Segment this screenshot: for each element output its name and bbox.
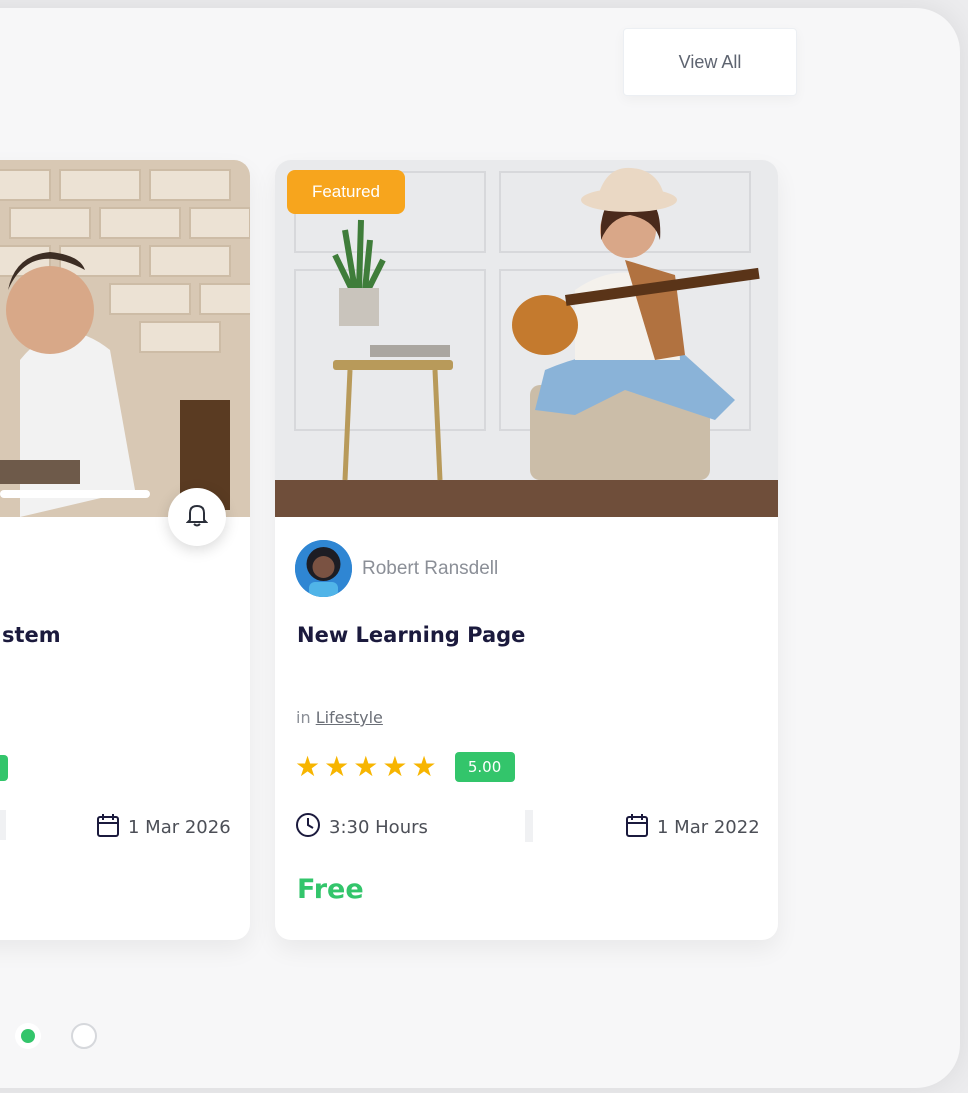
author-row[interactable]: Robert Ransdell bbox=[295, 540, 498, 597]
avatar bbox=[295, 540, 352, 597]
date-meta: 1 Mar 2022 bbox=[625, 812, 760, 843]
course-card[interactable]: Featured Robert Ransdell New Learning Pa… bbox=[275, 160, 778, 940]
calendar-icon bbox=[625, 812, 649, 843]
calendar-icon bbox=[96, 812, 120, 843]
category: in Lifestyle bbox=[296, 708, 383, 727]
rating-score-badge: 5.00 bbox=[454, 752, 515, 782]
category-prefix: in bbox=[296, 708, 311, 727]
carousel-dot-active[interactable] bbox=[15, 1023, 41, 1049]
notify-button[interactable] bbox=[168, 488, 226, 546]
divider bbox=[525, 810, 533, 842]
course-date: 1 Mar 2022 bbox=[657, 817, 760, 838]
star-icon: ★ bbox=[353, 750, 379, 783]
star-icon: ★ bbox=[382, 750, 408, 783]
star-icon: ★ bbox=[295, 750, 321, 783]
course-date: 1 Mar 2026 bbox=[128, 817, 231, 838]
star-icon: ★ bbox=[324, 750, 350, 783]
course-card[interactable]: stem 1 Mar 2026 bbox=[0, 160, 250, 940]
author-name[interactable]: Robert Ransdell bbox=[362, 558, 498, 580]
star-icon: ★ bbox=[411, 750, 437, 783]
rating-score-badge bbox=[0, 755, 8, 781]
course-duration: 3:30 Hours bbox=[329, 817, 428, 838]
carousel-dot[interactable] bbox=[71, 1023, 97, 1049]
duration-meta: 3:30 Hours bbox=[295, 812, 428, 843]
rating-row: ★ ★ ★ ★ ★ 5.00 bbox=[295, 752, 515, 782]
course-price: Free bbox=[297, 874, 364, 905]
featured-badge: Featured bbox=[287, 170, 405, 214]
bell-icon bbox=[185, 503, 209, 531]
clock-icon bbox=[295, 812, 321, 843]
view-all-button[interactable]: View All bbox=[623, 28, 797, 96]
carousel-pagination bbox=[15, 1023, 127, 1049]
course-title[interactable]: New Learning Page bbox=[297, 623, 525, 647]
category-link[interactable]: Lifestyle bbox=[316, 708, 383, 727]
date-meta: 1 Mar 2026 bbox=[96, 812, 231, 843]
divider bbox=[0, 810, 6, 840]
course-title[interactable]: stem bbox=[2, 623, 61, 647]
course-image bbox=[0, 160, 250, 517]
